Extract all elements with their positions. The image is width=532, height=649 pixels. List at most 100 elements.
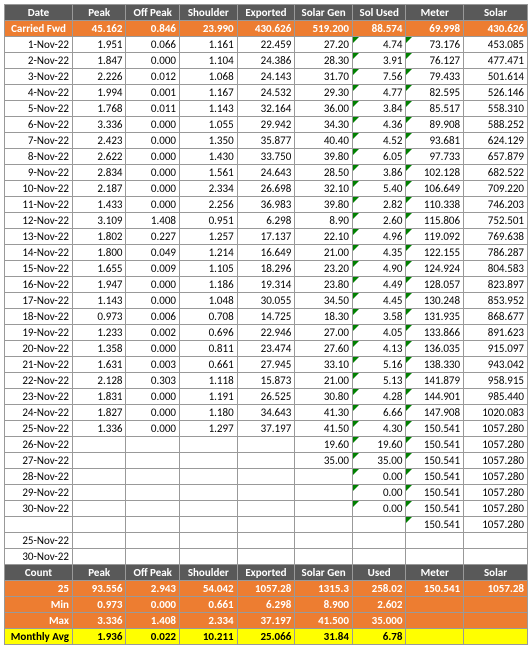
data-cell: 0.000 [126, 117, 180, 133]
data-cell: 2.60 [352, 213, 406, 229]
data-cell: 1.180 [180, 405, 238, 421]
data-cell: 3.84 [352, 101, 406, 117]
date-cell: 21-Nov-22 [5, 357, 73, 373]
data-cell: 24.643 [237, 165, 295, 181]
data-cell: 4.28 [352, 389, 406, 405]
data-cell [180, 453, 238, 469]
summary-value [464, 629, 528, 645]
data-cell: 39.80 [295, 149, 353, 165]
data-cell: 2.622 [72, 149, 126, 165]
date-cell: 19-Nov-22 [5, 325, 73, 341]
table-row: 2-Nov-221.8470.0001.10424.38628.303.9176… [5, 53, 528, 69]
data-cell: 144.901 [406, 389, 464, 405]
date-cell: 18-Nov-22 [5, 309, 73, 325]
table-row: 18-Nov-220.9730.0060.70814.72518.303.581… [5, 309, 528, 325]
data-cell: 0.000 [126, 181, 180, 197]
date-cell: 7-Nov-22 [5, 133, 73, 149]
data-cell [180, 469, 238, 485]
carried-value: 430.626 [237, 21, 295, 37]
table-row: 29-Nov-220.00150.5411057.280 [5, 485, 528, 501]
summary-value: 2.943 [126, 581, 180, 597]
summary-value: 258.02 [352, 581, 406, 597]
date-cell: 14-Nov-22 [5, 245, 73, 261]
data-cell: 35.00 [352, 453, 406, 469]
data-cell: 21.00 [295, 245, 353, 261]
data-cell: 124.924 [406, 261, 464, 277]
data-cell: 22.946 [237, 325, 295, 341]
data-cell: 4.05 [352, 325, 406, 341]
data-cell: 85.517 [406, 101, 464, 117]
data-cell: 4.13 [352, 341, 406, 357]
data-cell: 1.167 [180, 85, 238, 101]
table-row: 11-Nov-221.4330.0002.25636.98339.802.821… [5, 197, 528, 213]
data-cell: 958.915 [464, 373, 528, 389]
data-cell: 558.310 [464, 101, 528, 117]
data-cell: 0.00 [352, 501, 406, 517]
data-cell: 985.440 [464, 389, 528, 405]
summary-label: Max [5, 613, 73, 629]
data-cell: 15.873 [237, 373, 295, 389]
summary-value: 0.000 [126, 597, 180, 613]
summary-col-solar: Solar [464, 565, 528, 581]
data-cell [237, 485, 295, 501]
data-cell: 24.532 [237, 85, 295, 101]
carried-value: 45.162 [72, 21, 126, 37]
data-cell: 150.541 [406, 421, 464, 437]
date-cell: 4-Nov-22 [5, 85, 73, 101]
data-cell: 891.623 [464, 325, 528, 341]
data-cell: 453.085 [464, 37, 528, 53]
data-cell: 4.96 [352, 229, 406, 245]
summary-value: 37.197 [237, 613, 295, 629]
data-cell: 0.000 [126, 341, 180, 357]
date-cell: 27-Nov-22 [5, 453, 73, 469]
data-cell [352, 517, 406, 533]
data-cell: 150.541 [406, 517, 464, 533]
summary-col-peak: Peak [72, 565, 126, 581]
data-cell [72, 485, 126, 501]
data-cell: 1.847 [72, 53, 126, 69]
table-row: 28-Nov-220.00150.5411057.280 [5, 469, 528, 485]
data-cell [180, 549, 238, 565]
data-cell [72, 501, 126, 517]
data-cell: 0.000 [126, 277, 180, 293]
data-cell: 23.80 [295, 277, 353, 293]
data-cell: 1.947 [72, 277, 126, 293]
data-cell: 18.30 [295, 309, 353, 325]
data-cell: 147.908 [406, 405, 464, 421]
data-cell: 28.30 [295, 53, 353, 69]
data-cell [180, 485, 238, 501]
data-cell: 27.60 [295, 341, 353, 357]
data-cell: 19.60 [295, 437, 353, 453]
table-row: 5-Nov-221.7680.0111.14332.16436.003.8485… [5, 101, 528, 117]
data-cell: 1057.280 [464, 501, 528, 517]
table-row: 16-Nov-221.9470.0001.18619.31423.804.491… [5, 277, 528, 293]
summary-value: 1.936 [72, 629, 126, 645]
data-cell: 24.143 [237, 69, 295, 85]
summary-col-count: Count [5, 565, 73, 581]
data-cell: 17.137 [237, 229, 295, 245]
date-cell: 12-Nov-22 [5, 213, 73, 229]
data-cell: 6.66 [352, 405, 406, 421]
date-cell: 30-Nov-22 [5, 501, 73, 517]
data-cell: 0.973 [72, 309, 126, 325]
table-row: 22-Nov-222.1280.3031.11815.87321.005.131… [5, 373, 528, 389]
data-cell: 0.003 [126, 357, 180, 373]
table-row: 25-Nov-221.3360.0001.29737.19741.504.301… [5, 421, 528, 437]
table-row: 12-Nov-223.1091.4080.9516.2988.902.60115… [5, 213, 528, 229]
data-cell: 0.000 [126, 149, 180, 165]
data-cell: 19.60 [352, 437, 406, 453]
data-cell: 5.16 [352, 357, 406, 373]
data-cell: 6.05 [352, 149, 406, 165]
summary-label: Monthly Avg [5, 629, 73, 645]
carried-value: 69.998 [406, 21, 464, 37]
data-cell: 30.80 [295, 389, 353, 405]
data-cell: 14.725 [237, 309, 295, 325]
date-cell: 29-Nov-22 [5, 485, 73, 501]
table-row: 13-Nov-221.8020.2271.25717.13722.104.961… [5, 229, 528, 245]
data-cell: 34.30 [295, 117, 353, 133]
data-cell: 133.866 [406, 325, 464, 341]
date-cell [5, 517, 73, 533]
data-cell: 150.541 [406, 485, 464, 501]
date-cell: 1-Nov-22 [5, 37, 73, 53]
solar-data-table: DatePeakOff PeakShoulderExportedSolar Ge… [4, 4, 528, 645]
